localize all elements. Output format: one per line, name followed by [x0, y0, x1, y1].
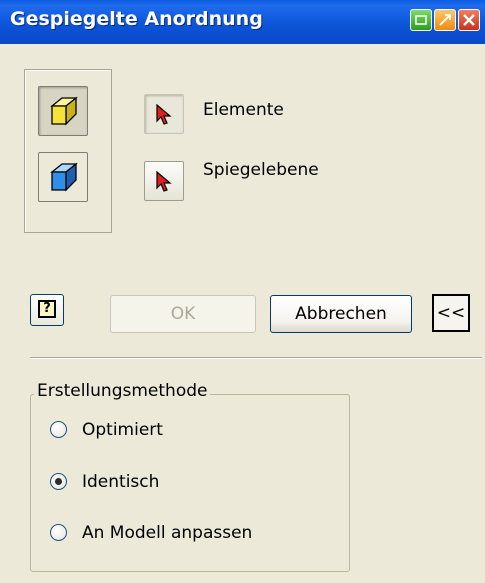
elements-select-button[interactable] — [144, 94, 184, 134]
mirror-features-cube-icon — [50, 96, 78, 126]
close-icon — [463, 14, 475, 26]
radio-dot — [55, 478, 62, 485]
creation-method-group — [30, 394, 350, 572]
close-button[interactable] — [458, 9, 480, 31]
radio-identical[interactable] — [50, 473, 67, 490]
red-arrow-cursor-icon — [156, 104, 172, 125]
titlebar-orange-button[interactable] — [434, 9, 456, 31]
help-icon: ? — [38, 300, 56, 318]
collapse-button[interactable]: << — [432, 294, 470, 332]
radio-optimized[interactable] — [50, 421, 67, 438]
mirror-plane-select-button[interactable] — [144, 161, 184, 201]
unpin-icon — [439, 14, 451, 26]
window-title: Gespiegelte Anordnung — [10, 8, 263, 30]
titlebar-green-button[interactable] — [410, 9, 432, 31]
pin-icon — [415, 15, 427, 25]
red-arrow-cursor-icon — [156, 171, 172, 192]
radio-adjust-to-model[interactable] — [50, 524, 67, 541]
title-bar: Gespiegelte Anordnung — [0, 0, 485, 44]
mirror-solid-cube-icon — [50, 162, 78, 192]
ok-button[interactable]: OK — [110, 295, 256, 333]
radio-label-adjust-to-model: An Modell anpassen — [82, 523, 253, 543]
elements-label: Elemente — [203, 100, 284, 120]
mirror-features-button[interactable] — [38, 86, 88, 136]
radio-label-optimized: Optimiert — [82, 420, 163, 440]
separator — [30, 357, 482, 359]
help-button[interactable]: ? — [30, 294, 64, 326]
mirror-plane-label: Spiegelebene — [203, 160, 319, 180]
mirror-solid-button[interactable] — [38, 152, 88, 202]
cancel-button[interactable]: Abbrechen — [270, 295, 412, 333]
dialog-body: Elemente Spiegelebene ? OK Abbrechen << … — [0, 44, 485, 583]
creation-method-legend: Erstellungsmethode — [34, 381, 211, 401]
radio-label-identical: Identisch — [82, 472, 160, 492]
